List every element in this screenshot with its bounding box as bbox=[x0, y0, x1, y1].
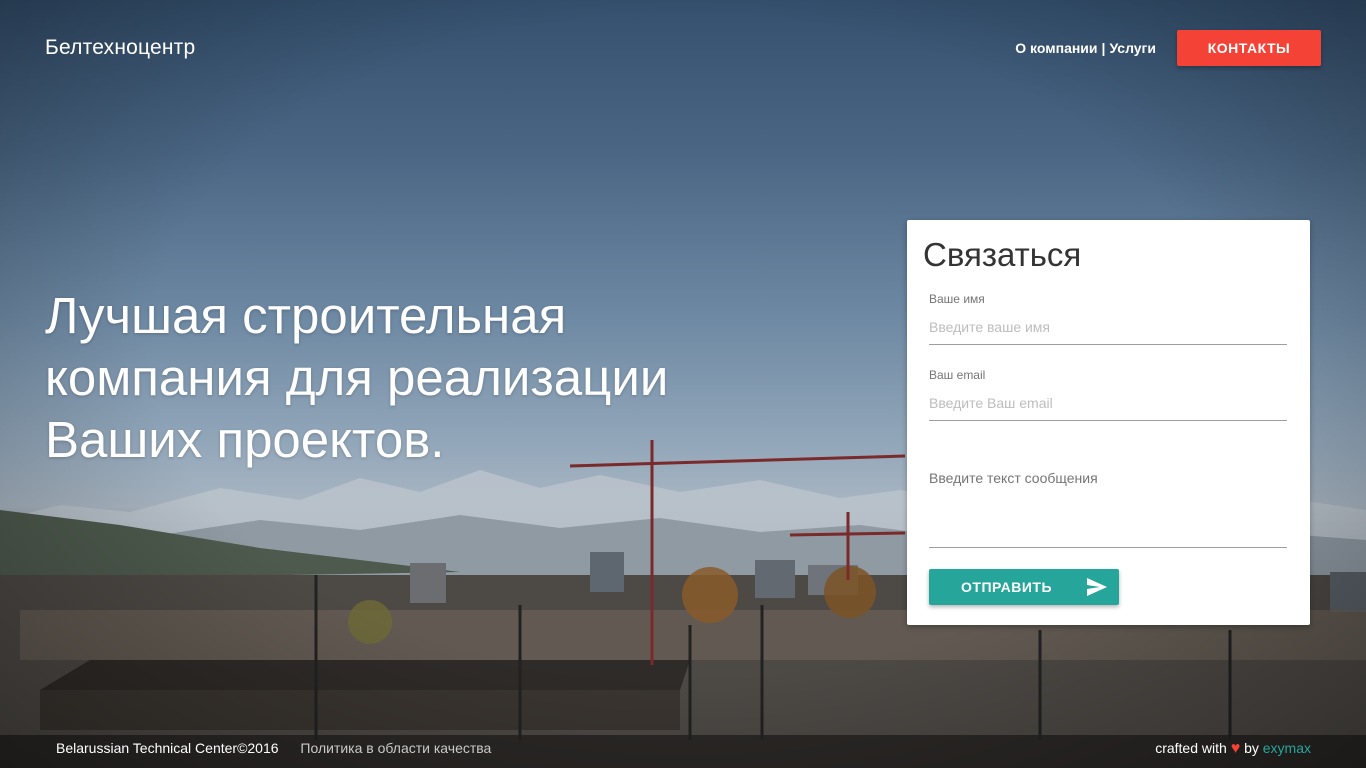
submit-button[interactable]: ОТПРАВИТЬ bbox=[929, 569, 1119, 605]
site-logo[interactable]: Белтехноцентр bbox=[45, 36, 195, 60]
footer-left: Belarussian Technical Center©2016 Полити… bbox=[56, 740, 491, 756]
name-field: Ваше имя bbox=[929, 292, 1287, 345]
email-field: Ваш email bbox=[929, 368, 1287, 421]
contact-form-card: Связаться Ваше имя Ваш email Введите тек… bbox=[907, 220, 1310, 625]
footer-credits: crafted with ♥ by exymax bbox=[1155, 740, 1311, 758]
message-field: Введите текст сообщения bbox=[929, 468, 1287, 548]
nav-link-services[interactable]: Услуги bbox=[1109, 40, 1156, 56]
submit-label: ОТПРАВИТЬ bbox=[961, 579, 1053, 595]
crafted-by-text: by bbox=[1244, 740, 1259, 756]
crafted-text: crafted with bbox=[1155, 740, 1227, 756]
send-icon bbox=[1087, 578, 1107, 596]
footer-copyright: Belarussian Technical Center©2016 bbox=[56, 740, 279, 756]
heart-icon: ♥ bbox=[1230, 740, 1241, 757]
hero-headline: Лучшая строительная компания для реализа… bbox=[45, 287, 669, 468]
name-label: Ваше имя bbox=[929, 292, 985, 306]
top-nav: О компании | Услуги bbox=[1015, 40, 1156, 56]
contacts-button[interactable]: КОНТАКТЫ bbox=[1177, 30, 1321, 66]
email-label: Ваш email bbox=[929, 368, 986, 382]
name-input[interactable] bbox=[929, 310, 1287, 345]
nav-separator: | bbox=[1101, 40, 1106, 56]
quality-policy-link[interactable]: Политика в области качества bbox=[300, 740, 491, 756]
exymax-link[interactable]: exymax bbox=[1263, 740, 1311, 756]
form-title: Связаться bbox=[923, 236, 1082, 273]
email-input[interactable] bbox=[929, 386, 1287, 421]
nav-link-about[interactable]: О компании bbox=[1015, 40, 1097, 56]
message-textarea[interactable]: Введите текст сообщения bbox=[929, 468, 1287, 548]
